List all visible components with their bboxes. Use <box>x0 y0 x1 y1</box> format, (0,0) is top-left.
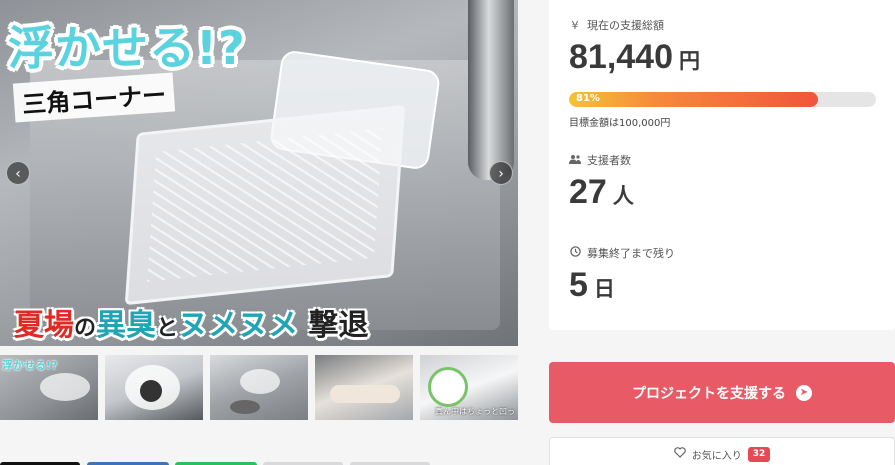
yen-icon: ¥ <box>571 18 579 32</box>
clock-icon <box>569 246 581 260</box>
total-amount: 81,440 円 <box>569 38 700 76</box>
thumbnail-4[interactable] <box>315 355 413 420</box>
supporters-count: 27 人 <box>569 173 634 211</box>
hero-caption: 夏場の異臭とヌメヌメ 撃退 <box>14 300 369 343</box>
mesh-net-illustration <box>124 104 406 306</box>
progress-fill <box>569 92 818 107</box>
caption-part-repel: 撃退 <box>308 308 369 343</box>
thumbnail-strip: 浮かせる!? 真ん中はちょっと凹っ <box>0 355 518 420</box>
favorite-label: お気に入り <box>691 451 742 462</box>
gallery-prev-button[interactable]: ‹ <box>6 161 30 185</box>
support-project-button[interactable]: プロジェクトを支援する ➤ <box>549 362 895 423</box>
chevron-left-icon: ‹ <box>15 166 21 182</box>
target-amount: 目標金額は100,000円 <box>569 118 671 129</box>
favorite-count-badge: 32 <box>747 447 771 462</box>
support-button-label: プロジェクトを支援する <box>632 385 786 402</box>
chevron-right-icon: › <box>498 166 504 182</box>
thumbnail-1[interactable]: 浮かせる!? <box>0 355 98 420</box>
caption-part-no: の <box>74 316 97 341</box>
users-icon <box>569 154 581 167</box>
project-main-image: 浮かせる!? 三角コーナー 夏場の異臭とヌメヌメ 撃退 ‹ › <box>0 0 518 346</box>
caption-part-to: と <box>156 316 179 341</box>
progress-percentage: 81% <box>576 93 600 104</box>
gallery-next-button[interactable]: › <box>489 161 513 185</box>
thumbnail-2[interactable] <box>105 355 203 420</box>
funding-stats-card: ¥ 現在の支援総額 81,440 円 81% 目標金額は100,000円 支援者数… <box>549 0 895 330</box>
favorite-button[interactable]: お気に入り 32 <box>549 437 895 465</box>
thumbnail-label: 浮かせる!? <box>2 359 58 372</box>
remaining-label: 募集終了まで残り <box>569 245 675 261</box>
caption-part-slime: ヌメヌメ <box>178 308 299 343</box>
thumbnail-3[interactable] <box>210 355 308 420</box>
supporters-label: 支援者数 <box>569 152 631 168</box>
hero-title: 浮かせる!? <box>8 21 246 75</box>
faucet-illustration <box>468 0 514 180</box>
total-amount-label: ¥ 現在の支援総額 <box>569 17 665 33</box>
funding-progress-bar: 81% <box>569 92 876 107</box>
caption-part-summer: 夏場 <box>14 308 74 343</box>
heart-icon <box>673 447 686 465</box>
arrow-right-icon: ➤ <box>796 384 812 401</box>
thumbnail-caption: 真ん中はちょっと凹っ <box>435 407 515 416</box>
caption-part-odor: 異臭 <box>96 308 157 343</box>
remaining-days: 5日 <box>569 266 615 304</box>
thumbnail-5[interactable]: 真ん中はちょっと凹っ <box>420 355 518 420</box>
